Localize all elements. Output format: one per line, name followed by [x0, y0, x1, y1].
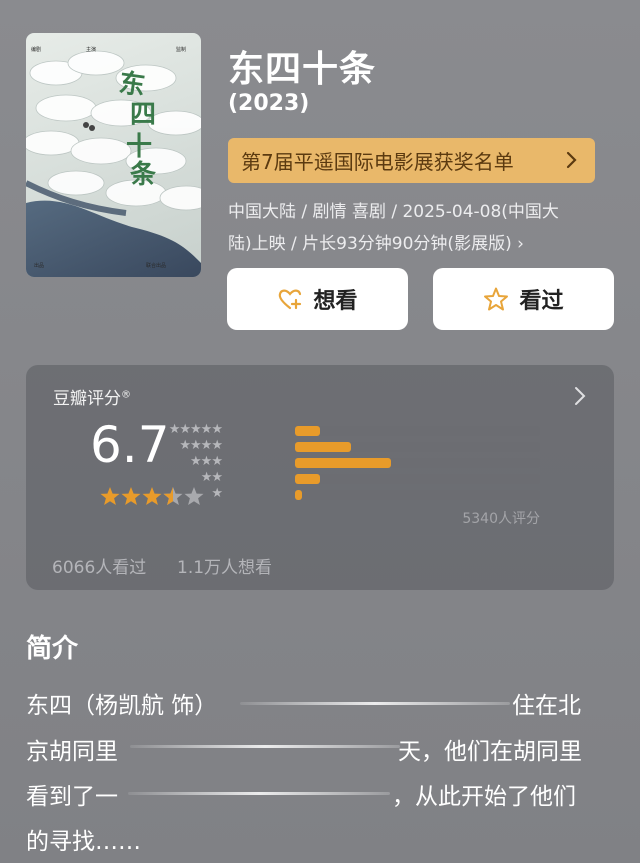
bar-star-label: ★★★★★: [168, 422, 223, 437]
svg-text:监制: 监制: [176, 46, 186, 53]
want-to-watch-button[interactable]: 想看: [227, 268, 408, 330]
svg-text:四: 四: [130, 100, 156, 130]
award-label: 第7届平遥国际电影展获奖名单: [241, 150, 514, 174]
heart-plus-icon: [279, 289, 302, 310]
svg-text:主演: 主演: [86, 46, 96, 53]
redaction-blur: [240, 702, 510, 705]
wanted-count[interactable]: 1.1万人想看: [177, 553, 272, 578]
rating-label: 豆瓣评分®: [53, 384, 131, 409]
intro-title: 简介: [26, 634, 79, 664]
svg-text:东: 东: [117, 67, 147, 101]
intro-line-2: 京胡同里: [26, 739, 118, 765]
bar-fill: [295, 474, 320, 484]
intro-line-3b: ，从此开始了他们: [392, 784, 576, 810]
star-outline-icon: [484, 287, 509, 311]
chevron-right-icon: [566, 151, 577, 169]
bar-track: [295, 442, 540, 452]
movie-title: 东四十条: [228, 49, 377, 90]
bar-star-label: ★★: [200, 470, 223, 485]
intro-line-4[interactable]: 的寻找……: [26, 822, 141, 856]
want-label: 想看: [313, 289, 358, 314]
bar-fill: [295, 490, 303, 500]
bar-star-label: ★★★★: [179, 438, 223, 453]
bar-track: [295, 426, 540, 436]
seen-label: 看过: [519, 289, 564, 314]
rating-label-text: 豆瓣评分: [53, 389, 121, 409]
bar-star-label: ★★★: [190, 454, 223, 469]
intro-line-2b: 天，他们在胡同里: [398, 739, 582, 765]
award-banner[interactable]: 第7届平遥国际电影展获奖名单: [228, 138, 595, 183]
watched-count[interactable]: 6066人看过: [52, 553, 146, 578]
trademark-sign: ®: [121, 389, 131, 401]
intro-line-3: 看到了一: [26, 784, 118, 810]
poster-artwork: 东 四 十 条 编剧 主演 监制 出品 联合出品: [26, 46, 201, 277]
svg-text:联合出品: 联合出品: [146, 262, 166, 269]
divider: [53, 535, 587, 536]
bar-track: [295, 458, 540, 468]
bar-fill: [295, 442, 352, 452]
svg-text:出品: 出品: [34, 262, 44, 269]
intro-line-1: 东四（杨凯航 饰）: [26, 686, 217, 720]
bar-fill: [295, 426, 320, 436]
movie-meta[interactable]: 中国大陆 / 剧情 喜剧 / 2025-04-08(中国大 陆)上映 / 片长9…: [228, 196, 603, 260]
svg-text:条: 条: [130, 160, 157, 190]
bar-track: [295, 490, 540, 500]
svg-text:编剧: 编剧: [31, 46, 41, 53]
movie-poster[interactable]: 东 四 十 条 编剧 主演 监制 出品 联合出品: [26, 33, 201, 277]
chevron-right-icon[interactable]: [574, 386, 586, 406]
meta-line-1: 中国大陆 / 剧情 喜剧 / 2025-04-08(中国大: [228, 202, 559, 222]
vote-count: 5340人评分: [462, 511, 540, 527]
meta-line-2: 陆)上映 / 片长93分钟90分钟(影展版) ›: [228, 234, 524, 254]
intro-text: 东四（杨凯航 饰）: [26, 693, 218, 719]
bar-star-label: ★: [211, 486, 223, 501]
bar-track: [295, 474, 540, 484]
intro-line-1b: 住在北: [512, 693, 581, 719]
svg-text:十: 十: [126, 132, 152, 162]
watched-button[interactable]: 看过: [433, 268, 614, 330]
redaction-blur: [130, 745, 400, 748]
movie-year: (2023): [228, 91, 310, 116]
bar-fill: [295, 458, 391, 468]
redaction-blur: [128, 792, 390, 795]
